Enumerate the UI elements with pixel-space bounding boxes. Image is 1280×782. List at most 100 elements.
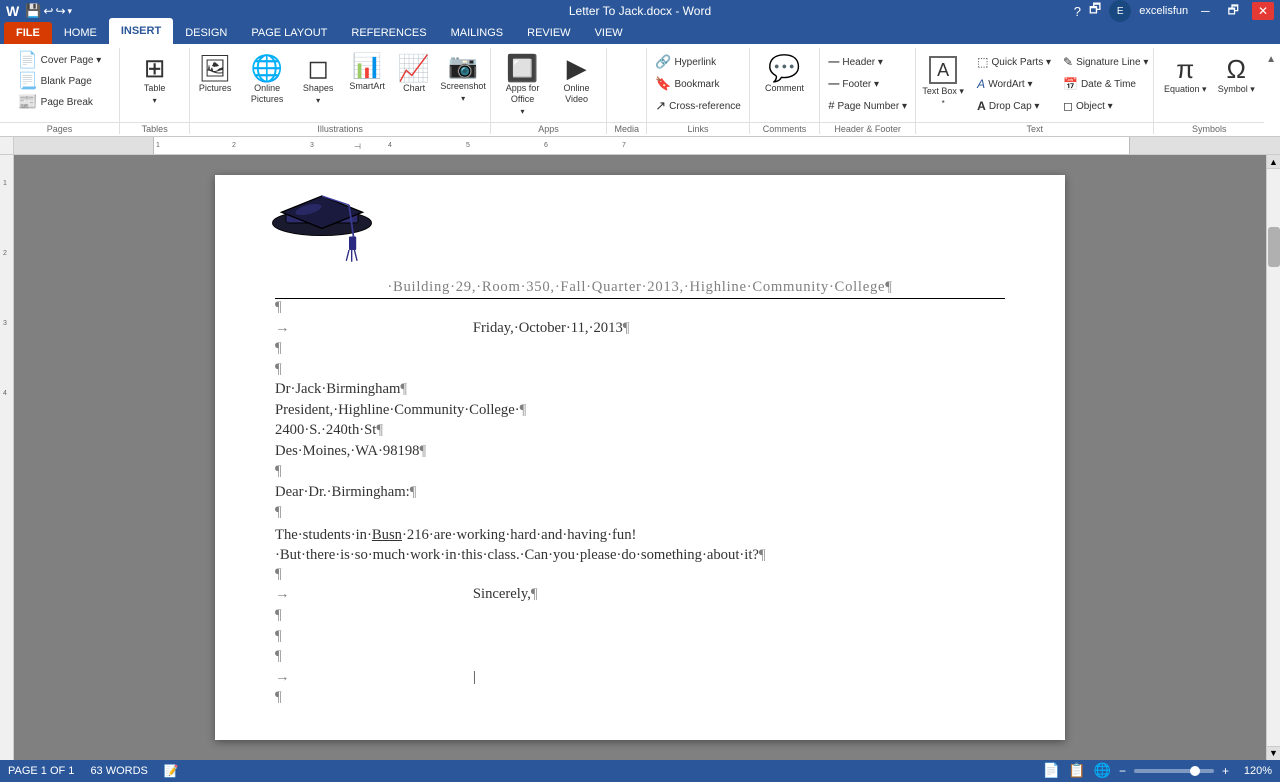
quick-parts-button[interactable]: ⬚Quick Parts ▾ — [973, 52, 1055, 72]
comment-button[interactable]: 💬 Comment — [757, 51, 813, 117]
footer-button[interactable]: — Footer ▾ — [824, 74, 911, 94]
apps-for-office-button[interactable]: 🔲 Apps for Office ▾ — [497, 51, 549, 117]
read-mode-icon[interactable]: 📄 — [1043, 762, 1060, 779]
salutation: Dear·Dr.·Birmingham:¶ — [275, 484, 1005, 505]
signature-line-button[interactable]: ✎Signature Line ▾ — [1059, 52, 1152, 72]
status-bar: PAGE 1 OF 1 63 WORDS 📝 📄 📋 🌐 − + 120% — [0, 760, 1280, 782]
pilcrow-1: ¶ — [275, 299, 1005, 320]
minimize-button[interactable]: ─ — [1196, 2, 1215, 20]
equation-button[interactable]: π Equation ▾ — [1160, 52, 1210, 118]
word-count: 63 WORDS — [90, 765, 147, 777]
pilcrow-7: ¶ — [275, 607, 1005, 628]
date-time-button[interactable]: 📅Date & Time — [1059, 74, 1152, 94]
svg-text:4: 4 — [3, 390, 7, 397]
symbol-button[interactable]: Ω Symbol ▾ — [1214, 52, 1258, 118]
symbols-group-label: Symbols — [1154, 122, 1264, 134]
recipient-address1: 2400·S.·240th·St¶ — [275, 422, 1005, 443]
svg-text:⊣: ⊣ — [354, 142, 361, 151]
help-icon[interactable]: ? — [1074, 4, 1081, 19]
body-paragraph: The·students·in·Busn·216·are·working·har… — [275, 525, 1005, 566]
chart-button[interactable]: 📈 Chart — [394, 51, 434, 117]
object-button[interactable]: ◻Object ▾ — [1059, 96, 1152, 116]
vertical-ruler: 1 2 3 4 — [0, 155, 14, 760]
quick-access-save[interactable]: 💾 — [25, 3, 41, 19]
scroll-thumb[interactable] — [1268, 227, 1280, 267]
shapes-button[interactable]: ◻ Shapes ▾ — [296, 51, 340, 117]
tables-group-label: Tables — [120, 122, 189, 134]
recipient-address2: Des·Moines,·WA·98198¶ — [275, 443, 1005, 464]
web-layout-icon[interactable]: 🌐 — [1094, 762, 1111, 779]
college-address: ·Building·29,·Room·350,·Fall·Quarter·201… — [275, 279, 1005, 299]
apps-group-label: Apps — [491, 122, 606, 134]
zoom-level[interactable]: 120% — [1237, 765, 1272, 777]
quick-access-customize[interactable]: ▾ — [68, 6, 73, 17]
svg-text:1: 1 — [3, 180, 7, 187]
zoom-out-icon[interactable]: − — [1119, 764, 1126, 778]
cover-page-button[interactable]: 📄Cover Page ▾ — [14, 50, 106, 70]
vertical-scrollbar[interactable]: ▲ ▼ — [1266, 155, 1280, 760]
zoom-slider[interactable] — [1134, 769, 1214, 773]
bookmark-button[interactable]: 🔖Bookmark — [651, 74, 745, 94]
text-group-label: Text — [916, 122, 1153, 134]
scroll-down-button[interactable]: ▼ — [1267, 746, 1280, 760]
pilcrow-5: ¶ — [275, 504, 1005, 525]
quick-access-redo[interactable]: ↪ — [55, 4, 65, 18]
zoom-in-icon[interactable]: + — [1222, 764, 1229, 778]
print-layout-icon[interactable]: 📋 — [1068, 762, 1085, 779]
blank-page-button[interactable]: 📃Blank Page — [14, 71, 96, 91]
user-avatar[interactable]: E — [1109, 0, 1131, 22]
pilcrow-4: ¶ — [275, 463, 1005, 484]
smartart-button[interactable]: 📊 SmartArt — [344, 51, 390, 117]
svg-text:4: 4 — [388, 142, 392, 149]
ribbon: 📄Cover Page ▾ 📃Blank Page 📰Page Break Pa… — [0, 44, 1280, 137]
header-footer-group-label: Header & Footer — [820, 122, 915, 134]
cross-reference-button[interactable]: ↗Cross-reference — [651, 96, 745, 116]
ribbon-collapse-icon[interactable]: 🗗 — [1089, 0, 1101, 22]
hyperlink-button[interactable]: 🔗Hyperlink — [651, 52, 745, 72]
tab-review[interactable]: REVIEW — [515, 22, 582, 44]
scroll-track[interactable] — [1267, 169, 1280, 746]
text-box-button[interactable]: A Text Box ▾ * — [917, 52, 969, 118]
online-pictures-button[interactable]: 🌐 Online Pictures — [242, 51, 292, 117]
online-video-button[interactable]: ▶ Online Video — [553, 51, 601, 117]
document-area: 1 2 3 4 — [0, 155, 1280, 760]
tab-page-layout[interactable]: PAGE LAYOUT — [239, 22, 339, 44]
quick-access-toolbar: W 💾 ↩ ↪ ▾ — [6, 3, 72, 19]
drop-cap-button[interactable]: ADrop Cap ▾ — [973, 96, 1055, 116]
date-line: → Friday,·October·11,·2013¶ — [275, 320, 1005, 341]
pilcrow-6: ¶ — [275, 566, 1005, 587]
scroll-up-button[interactable]: ▲ — [1267, 155, 1280, 169]
screenshot-button[interactable]: 📷 Screenshot ▾ — [438, 51, 488, 117]
page-break-button[interactable]: 📰Page Break — [14, 92, 97, 112]
spelling-check-icon[interactable]: 📝 — [164, 764, 179, 778]
svg-text:1: 1 — [156, 142, 160, 149]
pilcrow-9: ¶ — [275, 648, 1005, 669]
document-page[interactable]: ·Building·29,·Room·350,·Fall·Quarter·201… — [215, 175, 1065, 740]
document-scroll-area[interactable]: ·Building·29,·Room·350,·Fall·Quarter·201… — [14, 155, 1266, 760]
ribbon-expand-icon[interactable]: ▲ — [1264, 52, 1278, 67]
recipient-name: Dr·Jack·Birmingham¶ — [275, 381, 1005, 402]
pictures-button[interactable]: 🖼 Pictures — [192, 51, 238, 117]
pages-group-label: Pages — [0, 122, 119, 134]
pilcrow-8: ¶ — [275, 628, 1005, 649]
tab-mailings[interactable]: MAILINGS — [439, 22, 516, 44]
tab-file[interactable]: FILE — [4, 22, 52, 44]
horizontal-ruler: 1 2 3 4 5 6 7 ⊣ — [0, 137, 1280, 155]
svg-text:5: 5 — [466, 142, 470, 149]
close-button[interactable]: ✕ — [1252, 2, 1274, 20]
tab-design[interactable]: DESIGN — [173, 22, 239, 44]
svg-text:2: 2 — [232, 142, 236, 149]
tab-home[interactable]: HOME — [52, 22, 109, 44]
restore-button[interactable]: 🗗 — [1223, 0, 1244, 24]
header-button[interactable]: — Header ▾ — [824, 52, 911, 72]
comments-group-label: Comments — [750, 122, 819, 134]
page-info: PAGE 1 OF 1 — [8, 765, 74, 777]
quick-access-undo[interactable]: ↩ — [43, 4, 53, 18]
page-number-button[interactable]: # Page Number ▾ — [824, 96, 911, 116]
illustrations-group-label: Illustrations — [190, 122, 490, 134]
wordart-button[interactable]: AWordArt ▾ — [973, 74, 1055, 94]
tab-references[interactable]: REFERENCES — [339, 22, 438, 44]
media-group-label: Media — [607, 122, 646, 134]
tab-view[interactable]: VIEW — [583, 22, 635, 44]
table-button[interactable]: ⊞ Table ▾ — [127, 51, 183, 117]
